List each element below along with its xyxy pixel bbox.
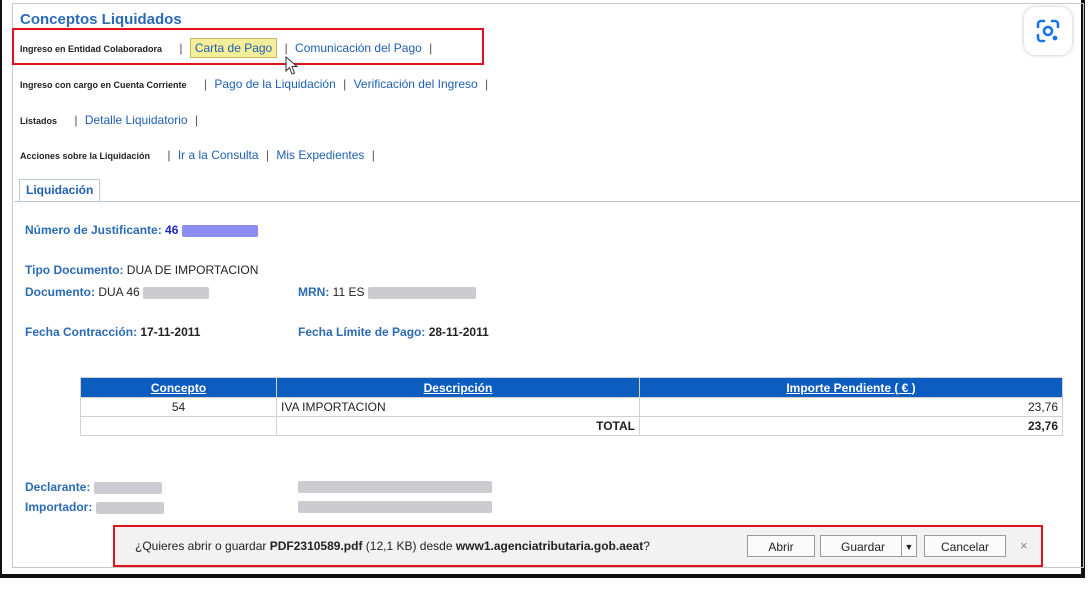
tab-divider <box>14 201 1080 202</box>
col-concepto[interactable]: Concepto <box>80 377 277 398</box>
col-importe[interactable]: Importe Pendiente ( € ) <box>639 377 1063 398</box>
link-ir-a-la-consulta[interactable]: Ir a la Consulta <box>178 148 259 162</box>
redacted-value <box>95 501 164 514</box>
field-importador: Importador: <box>25 500 164 514</box>
table-header-row: Concepto Descripción Importe Pendiente (… <box>80 377 1063 398</box>
table-row: 54 IVA IMPORTACION 23,76 <box>80 397 1063 417</box>
field-fecha-contraccion: Fecha Contracción: 17-11-2011 <box>25 325 201 339</box>
redacted-value <box>298 481 492 493</box>
action-row-entidad: Ingreso en Entidad Colaboradora | Carta … <box>20 38 436 58</box>
table-total-row: TOTAL 23,76 <box>80 416 1063 436</box>
cancel-button[interactable]: Cancelar <box>924 535 1006 557</box>
total-value: 23,76 <box>639 416 1063 436</box>
field-justificante: Número de Justificante: 46 <box>25 223 258 237</box>
download-message: ¿Quieres abrir o guardar PDF2310589.pdf … <box>135 539 650 553</box>
open-button[interactable]: Abrir <box>747 535 815 557</box>
download-filename: PDF2310589.pdf <box>269 539 363 553</box>
download-notification-bar: ¿Quieres abrir o guardar PDF2310589.pdf … <box>113 525 1043 567</box>
link-comunicacion-del-pago[interactable]: Comunicación del Pago <box>295 41 422 55</box>
link-pago-de-la-liquidacion[interactable]: Pago de la Liquidación <box>214 77 335 91</box>
browser-frame: Conceptos Liquidados Ingreso en Entidad … <box>0 0 1085 578</box>
link-verificacion-del-ingreso[interactable]: Verificación del Ingreso <box>354 77 478 91</box>
field-tipo-documento: Tipo Documento: DUA DE IMPORTACION <box>25 263 259 277</box>
link-detalle-liquidatorio[interactable]: Detalle Liquidatorio <box>85 113 188 127</box>
field-mrn: MRN: 11 ES <box>298 285 476 299</box>
link-mis-expedientes[interactable]: Mis Expedientes <box>276 148 364 162</box>
liquidation-table: Concepto Descripción Importe Pendiente (… <box>80 377 1063 436</box>
page-title: Conceptos Liquidados <box>20 11 182 28</box>
close-icon[interactable]: × <box>1020 538 1028 553</box>
save-button[interactable]: Guardar <box>820 535 903 557</box>
action-row-acciones: Acciones sobre la Liquidación | Ir a la … <box>20 148 375 162</box>
link-carta-de-pago[interactable]: Carta de Pago <box>189 38 278 58</box>
row-label: Ingreso en Entidad Colaboradora <box>20 44 163 54</box>
google-lens-icon[interactable] <box>1024 7 1072 55</box>
redacted-value <box>298 501 492 513</box>
save-options-dropdown[interactable]: ▼ <box>901 535 917 557</box>
redacted-value <box>367 286 476 299</box>
field-documento: Documento: DUA 46 <box>25 285 210 299</box>
tab-liquidacion[interactable]: Liquidación <box>19 179 101 202</box>
redacted-value <box>93 481 162 494</box>
total-label: TOTAL <box>276 416 640 436</box>
field-declarante: Declarante: <box>25 480 162 494</box>
download-host: www1.agenciatributaria.gob.aeat <box>455 539 644 553</box>
action-row-cuenta: Ingreso con cargo en Cuenta Corriente | … <box>20 77 489 91</box>
action-row-listados: Listados | Detalle Liquidatorio | <box>20 113 199 127</box>
row-label: Ingreso con cargo en Cuenta Corriente <box>20 80 187 90</box>
field-fecha-limite: Fecha Límite de Pago: 28-11-2011 <box>298 325 489 339</box>
redacted-value <box>181 224 258 237</box>
caret-down-icon: ▼ <box>904 542 914 552</box>
row-label: Acciones sobre la Liquidación <box>20 151 151 161</box>
redacted-value <box>143 286 210 299</box>
col-descripcion[interactable]: Descripción <box>276 377 640 398</box>
row-label: Listados <box>20 116 58 126</box>
